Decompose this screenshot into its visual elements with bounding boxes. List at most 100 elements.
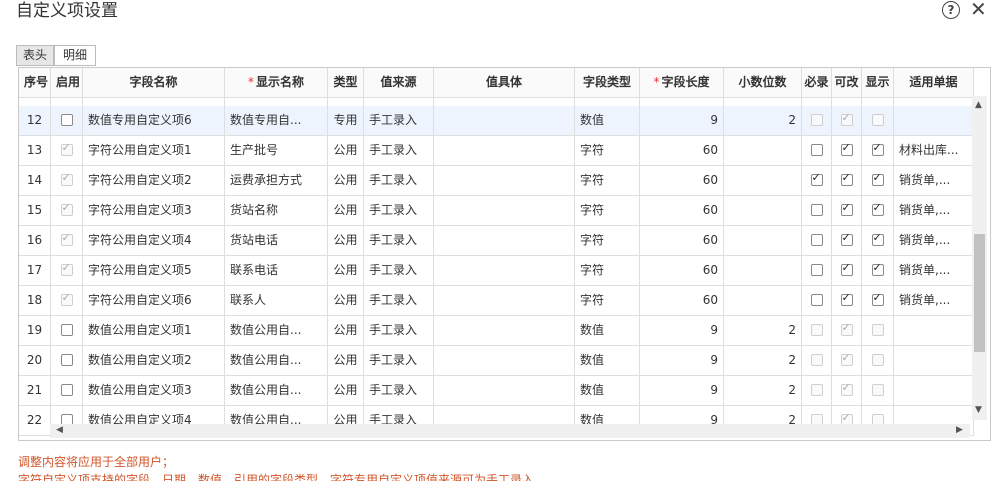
- col-header-type[interactable]: 类型: [328, 68, 364, 98]
- cell-decimals[interactable]: 2: [724, 316, 802, 346]
- col-header-seq[interactable]: 序号: [19, 68, 51, 98]
- cell-field-length[interactable]: 9: [640, 376, 724, 406]
- cell-field-length[interactable]: 60: [640, 256, 724, 286]
- cell-display-name[interactable]: 运费承担方式: [225, 166, 328, 196]
- cell-value-detail[interactable]: [434, 166, 575, 196]
- show-checkbox[interactable]: [871, 290, 884, 306]
- cell-value-source[interactable]: 手工录入: [364, 316, 434, 346]
- cell-field-length[interactable]: 9: [640, 106, 724, 136]
- col-header-value-detail[interactable]: 值具体: [434, 68, 575, 98]
- show-checkbox[interactable]: [871, 230, 884, 246]
- cell-applicable-docs[interactable]: 销货单,...: [894, 286, 974, 316]
- cell-value-source[interactable]: 手工录入: [364, 346, 434, 376]
- cell-display-name[interactable]: 数值公用自...: [225, 346, 328, 376]
- cell-decimals[interactable]: [724, 256, 802, 286]
- scroll-right-icon[interactable]: ▶: [956, 425, 963, 435]
- cell-display-name[interactable]: 货站电话: [225, 226, 328, 256]
- cell-type[interactable]: 公用: [328, 346, 364, 376]
- cell-value-source[interactable]: 手工录入: [364, 226, 434, 256]
- enable-checkbox[interactable]: [60, 323, 73, 336]
- cell-field-length[interactable]: 60: [640, 286, 724, 316]
- col-header-field-length[interactable]: * 字段长度: [640, 68, 724, 98]
- vertical-scroll-thumb[interactable]: [974, 234, 985, 352]
- cell-display-name[interactable]: 联系电话: [225, 256, 328, 286]
- cell-applicable-docs[interactable]: 材料出库...: [894, 136, 974, 166]
- cell-field-name[interactable]: 数值公用自定义项2: [83, 346, 225, 376]
- close-icon[interactable]: ✕: [970, 0, 987, 20]
- cell-value-source[interactable]: 手工录入: [364, 166, 434, 196]
- cell-field-length[interactable]: 9: [640, 346, 724, 376]
- cell-field-type[interactable]: 字符: [575, 166, 640, 196]
- cell-applicable-docs[interactable]: [894, 346, 974, 376]
- show-checkbox[interactable]: [871, 140, 884, 156]
- cell-type[interactable]: 公用: [328, 286, 364, 316]
- cell-field-type[interactable]: 字符: [575, 226, 640, 256]
- editable-checkbox[interactable]: [840, 230, 853, 246]
- cell-value-detail[interactable]: [434, 226, 575, 256]
- tab-header[interactable]: 表头: [16, 45, 54, 66]
- scroll-left-icon[interactable]: ◀: [56, 425, 63, 435]
- tab-detail[interactable]: 明细: [54, 45, 96, 66]
- scroll-up-icon[interactable]: ▲: [975, 100, 982, 110]
- editable-checkbox[interactable]: [840, 290, 853, 306]
- col-header-value-source[interactable]: 值来源: [364, 68, 434, 98]
- cell-value-detail[interactable]: [434, 316, 575, 346]
- col-header-field-type[interactable]: 字段类型: [575, 68, 640, 98]
- col-header-field-name[interactable]: 字段名称: [83, 68, 225, 98]
- required-checkbox[interactable]: [810, 203, 823, 216]
- cell-value-source[interactable]: 手工录入: [364, 106, 434, 136]
- cell-field-length[interactable]: 60: [640, 166, 724, 196]
- col-header-decimals[interactable]: 小数位数: [724, 68, 802, 98]
- cell-decimals[interactable]: 2: [724, 346, 802, 376]
- editable-checkbox[interactable]: [840, 260, 853, 276]
- cell-type[interactable]: 公用: [328, 256, 364, 286]
- horizontal-scrollbar[interactable]: ◀ ▶: [50, 424, 970, 438]
- cell-value-detail[interactable]: [434, 256, 575, 286]
- cell-field-name[interactable]: 数值公用自定义项3: [83, 376, 225, 406]
- cell-value-detail[interactable]: [434, 196, 575, 226]
- editable-checkbox[interactable]: [840, 140, 853, 156]
- cell-field-name[interactable]: 字符公用自定义项2: [83, 166, 225, 196]
- cell-decimals[interactable]: [724, 166, 802, 196]
- col-header-editable[interactable]: 可改: [832, 68, 862, 98]
- cell-value-detail[interactable]: [434, 106, 575, 136]
- cell-applicable-docs[interactable]: [894, 106, 974, 136]
- cell-type[interactable]: 公用: [328, 196, 364, 226]
- cell-type[interactable]: 公用: [328, 376, 364, 406]
- enable-checkbox[interactable]: [60, 383, 73, 396]
- cell-display-name[interactable]: 数值公用自...: [225, 316, 328, 346]
- required-checkbox[interactable]: [810, 143, 823, 156]
- cell-decimals[interactable]: 2: [724, 376, 802, 406]
- help-icon[interactable]: ?: [942, 1, 960, 19]
- cell-field-name[interactable]: 数值专用自定义项6: [83, 106, 225, 136]
- cell-field-length[interactable]: 60: [640, 136, 724, 166]
- show-checkbox[interactable]: [871, 200, 884, 216]
- cell-applicable-docs[interactable]: 销货单,...: [894, 196, 974, 226]
- required-checkbox[interactable]: [810, 263, 823, 276]
- vertical-scrollbar[interactable]: ▲ ▼: [972, 96, 987, 420]
- cell-decimals[interactable]: [724, 136, 802, 166]
- cell-field-name[interactable]: 数值公用自定义项1: [83, 316, 225, 346]
- cell-display-name[interactable]: 数值公用自...: [225, 376, 328, 406]
- cell-value-source[interactable]: 手工录入: [364, 196, 434, 226]
- cell-decimals[interactable]: [724, 196, 802, 226]
- cell-field-name[interactable]: 字符公用自定义项3: [83, 196, 225, 226]
- cell-field-name[interactable]: 字符公用自定义项6: [83, 286, 225, 316]
- cell-type[interactable]: 公用: [328, 316, 364, 346]
- scroll-down-icon[interactable]: ▼: [975, 405, 982, 415]
- cell-field-type[interactable]: 字符: [575, 136, 640, 166]
- cell-applicable-docs[interactable]: 销货单,...: [894, 256, 974, 286]
- required-checkbox[interactable]: [810, 170, 823, 186]
- cell-applicable-docs[interactable]: 销货单,...: [894, 226, 974, 256]
- cell-type[interactable]: 公用: [328, 136, 364, 166]
- cell-type[interactable]: 公用: [328, 226, 364, 256]
- col-header-enable[interactable]: 启用: [51, 68, 83, 98]
- cell-field-type[interactable]: 字符: [575, 196, 640, 226]
- cell-value-detail[interactable]: [434, 136, 575, 166]
- show-checkbox[interactable]: [871, 170, 884, 186]
- cell-value-source[interactable]: 手工录入: [364, 136, 434, 166]
- cell-value-source[interactable]: 手工录入: [364, 286, 434, 316]
- cell-decimals[interactable]: [724, 226, 802, 256]
- required-checkbox[interactable]: [810, 233, 823, 246]
- cell-applicable-docs[interactable]: [894, 316, 974, 346]
